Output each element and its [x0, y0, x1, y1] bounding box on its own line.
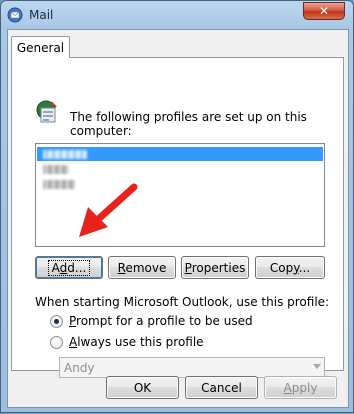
- close-button[interactable]: ✕: [303, 2, 345, 20]
- copy-profile-button[interactable]: Copy...: [255, 256, 325, 279]
- remove-button-label: Remove: [117, 260, 167, 275]
- title-bar[interactable]: Mail ✕: [1, 1, 353, 29]
- dropdown-arrow-icon: [313, 364, 321, 369]
- mail-profiles-icon: [36, 100, 57, 123]
- add-profile-button[interactable]: Add...: [35, 256, 103, 279]
- redacted-profile-name: [43, 149, 87, 159]
- default-profile-value: Andy: [64, 360, 95, 375]
- add-button-label: Add...: [47, 259, 91, 276]
- always-use-profile-option[interactable]: Always use this profile: [50, 334, 204, 350]
- always-use-radio[interactable]: [50, 335, 63, 349]
- tab-general-label: General: [16, 40, 65, 55]
- close-icon: ✕: [318, 4, 330, 18]
- ok-button[interactable]: OK: [106, 376, 179, 399]
- ok-button-label: OK: [133, 380, 152, 395]
- profiles-listbox[interactable]: [35, 143, 325, 247]
- prompt-radio-label: Prompt for a profile to be used: [69, 314, 253, 328]
- mail-dialog-window: Mail ✕ General The following profiles ar…: [0, 0, 354, 413]
- copy-button-label: Copy...: [269, 260, 311, 275]
- mail-app-icon: [7, 7, 23, 23]
- redacted-profile-name: [43, 164, 69, 174]
- always-use-radio-label: Always use this profile: [69, 335, 204, 349]
- prompt-for-profile-option[interactable]: Prompt for a profile to be used: [50, 313, 253, 329]
- default-profile-select[interactable]: Andy: [59, 357, 325, 378]
- general-tab-panel: The following profiles are set up on thi…: [11, 57, 344, 378]
- properties-button-label: Properties: [184, 260, 246, 275]
- profile-properties-button[interactable]: Properties: [181, 256, 249, 279]
- prompt-radio[interactable]: [50, 314, 63, 328]
- profile-list-item[interactable]: [37, 147, 323, 161]
- profile-list-item[interactable]: [37, 162, 323, 176]
- dialog-client-area: General The following profiles are set u…: [7, 29, 349, 408]
- startup-profile-label: When starting Microsoft Outlook, use thi…: [35, 295, 330, 309]
- tab-general[interactable]: General: [11, 36, 70, 58]
- apply-button-label: Apply: [283, 380, 318, 395]
- cancel-button-label: Cancel: [201, 380, 242, 395]
- remove-profile-button[interactable]: Remove: [108, 256, 176, 279]
- redacted-profile-name: [43, 179, 75, 189]
- cancel-button[interactable]: Cancel: [185, 376, 258, 399]
- profiles-heading: The following profiles are set up on thi…: [70, 110, 307, 138]
- apply-button[interactable]: Apply: [264, 376, 337, 399]
- window-title: Mail: [29, 8, 54, 22]
- profile-list-item[interactable]: [37, 177, 323, 191]
